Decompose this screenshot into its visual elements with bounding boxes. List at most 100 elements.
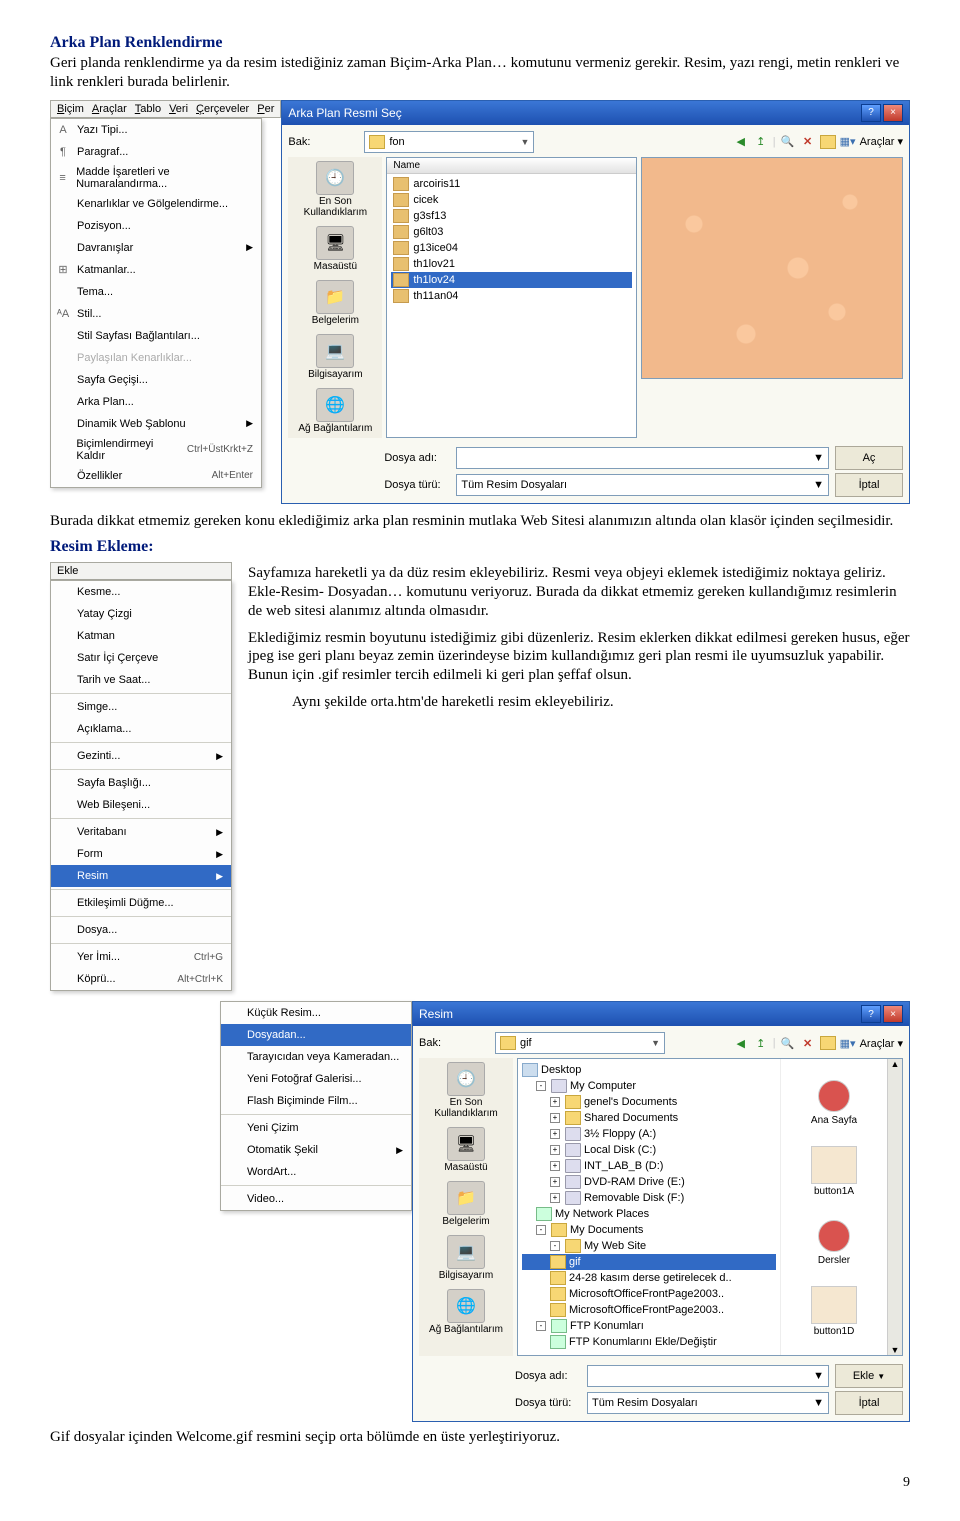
tree-node[interactable]: -My Web Site bbox=[522, 1238, 776, 1254]
ekle-button[interactable]: Ekle▼ bbox=[835, 1364, 903, 1388]
places-item[interactable]: 🌐Ağ Bağlantılarım bbox=[421, 1289, 511, 1335]
back-icon[interactable]: ◀ bbox=[733, 1035, 749, 1051]
tree-node[interactable]: +genel's Documents bbox=[522, 1094, 776, 1110]
dosya-adi-input[interactable]: ▼ bbox=[587, 1365, 829, 1387]
tree-node[interactable]: FTP Konumlarını Ekle/Değiştir bbox=[522, 1334, 776, 1350]
menu-item[interactable]: Sayfa Başlığı... bbox=[51, 772, 231, 794]
search-icon[interactable]: 🔍 bbox=[780, 1035, 796, 1051]
tree-node[interactable]: Desktop bbox=[522, 1062, 776, 1078]
tree-node[interactable]: +DVD-RAM Drive (E:) bbox=[522, 1174, 776, 1190]
menu-item[interactable]: Stil Sayfası Bağlantıları... bbox=[51, 325, 261, 347]
thumbnail[interactable]: button1D bbox=[811, 1286, 857, 1337]
places-item[interactable]: 🕘En Son Kullandıklarım bbox=[290, 161, 380, 218]
tree-node[interactable]: MicrosoftOfficeFrontPage2003.. bbox=[522, 1302, 776, 1318]
file-item[interactable]: th1lov21 bbox=[391, 256, 632, 272]
menu-item[interactable]: ᴬAStil... bbox=[51, 303, 261, 325]
tree-node[interactable]: +Removable Disk (F:) bbox=[522, 1190, 776, 1206]
menu-item[interactable]: Köprü...Alt+Ctrl+K bbox=[51, 968, 231, 990]
tools-menu[interactable]: Araçlar ▾ bbox=[860, 1037, 903, 1050]
menu-item[interactable]: Tema... bbox=[51, 281, 261, 303]
menu-item[interactable]: ⊞Katmanlar... bbox=[51, 259, 261, 281]
file-item[interactable]: th11an04 bbox=[391, 288, 632, 304]
new-folder-icon[interactable] bbox=[820, 135, 836, 149]
help-button[interactable]: ? bbox=[861, 1005, 881, 1023]
tree-node[interactable]: -My Computer bbox=[522, 1078, 776, 1094]
menu-item[interactable]: Simge... bbox=[51, 696, 231, 718]
places-item[interactable]: 📁Belgelerim bbox=[290, 280, 380, 326]
up-icon[interactable]: ↥ bbox=[753, 134, 769, 150]
folder-combo[interactable]: gif ▼ bbox=[495, 1032, 665, 1054]
tree-node[interactable]: -FTP Konumları bbox=[522, 1318, 776, 1334]
folder-combo[interactable]: fon ▼ bbox=[364, 131, 534, 153]
ac-button[interactable]: Aç bbox=[835, 446, 903, 470]
views-icon[interactable]: ▦▾ bbox=[840, 1035, 856, 1051]
tree-node[interactable]: gif bbox=[522, 1254, 776, 1270]
menu-item[interactable]: ¶Paragraf... bbox=[51, 141, 261, 163]
file-list-pane[interactable]: Name arcoiris11cicekg3sf13g6lt03g13ice04… bbox=[386, 157, 637, 438]
menubar-item[interactable]: Veri bbox=[169, 103, 188, 115]
menu-item[interactable]: Davranışlar▶ bbox=[51, 237, 261, 259]
tree-node[interactable]: -My Documents bbox=[522, 1222, 776, 1238]
close-button[interactable]: × bbox=[883, 104, 903, 122]
help-button[interactable]: ? bbox=[861, 104, 881, 122]
dosya-turu-combo[interactable]: Tüm Resim Dosyaları ▼ bbox=[456, 474, 829, 496]
menu-item[interactable]: Kesme... bbox=[51, 581, 231, 603]
new-folder-icon[interactable] bbox=[820, 1036, 836, 1050]
menu-item[interactable]: Veritabanı▶ bbox=[51, 821, 231, 843]
menubar[interactable]: BiçimAraçlarTabloVeriÇerçevelerPer bbox=[50, 100, 281, 118]
places-item[interactable]: 🖥Masaüstü bbox=[290, 226, 380, 272]
file-item[interactable]: g6lt03 bbox=[391, 224, 632, 240]
views-icon[interactable]: ▦▾ bbox=[840, 134, 856, 150]
bicim-dropdown[interactable]: AYazı Tipi...¶Paragraf...≡Madde İşaretle… bbox=[50, 118, 262, 488]
iptal-button[interactable]: İptal bbox=[835, 473, 903, 497]
ekle-menubar[interactable]: Ekle bbox=[50, 562, 232, 580]
menu-item[interactable]: Küçük Resim... bbox=[221, 1002, 411, 1024]
tree-node[interactable]: My Network Places bbox=[522, 1206, 776, 1222]
menu-item[interactable]: Sayfa Geçişi... bbox=[51, 369, 261, 391]
file-item[interactable]: th1lov24 bbox=[391, 272, 632, 288]
thumbnail[interactable]: button1A bbox=[811, 1146, 857, 1197]
menu-item[interactable]: Dosyadan... bbox=[221, 1024, 411, 1046]
menu-item[interactable]: ÖzelliklerAlt+Enter bbox=[51, 465, 261, 487]
menubar-item[interactable]: Per bbox=[257, 103, 274, 115]
back-icon[interactable]: ◀ bbox=[733, 134, 749, 150]
menu-item[interactable]: Yeni Fotoğraf Galerisi... bbox=[221, 1068, 411, 1090]
ekle-menu-label[interactable]: Ekle bbox=[57, 565, 78, 577]
tools-menu[interactable]: Araçlar ▾ bbox=[860, 135, 903, 148]
dosya-turu-combo[interactable]: Tüm Resim Dosyaları ▼ bbox=[587, 1392, 829, 1414]
menu-item[interactable]: Web Bileşeni... bbox=[51, 794, 231, 816]
menu-item[interactable]: Kenarlıklar ve Gölgelendirme... bbox=[51, 193, 261, 215]
thumbnail[interactable]: Dersler bbox=[818, 1217, 850, 1266]
menu-item[interactable]: Katman bbox=[51, 625, 231, 647]
ekle-dropdown[interactable]: Kesme...Yatay ÇizgiKatmanSatır İçi Çerçe… bbox=[50, 580, 232, 991]
places-item[interactable]: 🕘En Son Kullandıklarım bbox=[421, 1062, 511, 1119]
menu-item[interactable]: AYazı Tipi... bbox=[51, 119, 261, 141]
up-icon[interactable]: ↥ bbox=[753, 1035, 769, 1051]
menu-item[interactable]: Tarayıcıdan veya Kameradan... bbox=[221, 1046, 411, 1068]
close-button[interactable]: × bbox=[883, 1005, 903, 1023]
menubar-item[interactable]: Çerçeveler bbox=[196, 103, 249, 115]
tree-node[interactable]: +Shared Documents bbox=[522, 1110, 776, 1126]
tree-node[interactable]: +3½ Floppy (A:) bbox=[522, 1126, 776, 1142]
menu-item[interactable]: Dinamik Web Şablonu▶ bbox=[51, 413, 261, 435]
places-item[interactable]: 💻Bilgisayarım bbox=[421, 1235, 511, 1281]
file-item[interactable]: arcoiris11 bbox=[391, 176, 632, 192]
folder-tree-pane[interactable]: Desktop-My Computer+genel's Documents+Sh… bbox=[517, 1058, 903, 1356]
places-item[interactable]: 🖥Masaüstü bbox=[421, 1127, 511, 1173]
dosya-adi-input[interactable]: ▼ bbox=[456, 447, 829, 469]
scrollbar[interactable]: ▲▼ bbox=[887, 1059, 902, 1355]
thumbnail[interactable]: Ana Sayfa bbox=[811, 1077, 857, 1126]
menubar-item[interactable]: Araçlar bbox=[92, 103, 127, 115]
delete-icon[interactable]: ✕ bbox=[800, 134, 816, 150]
tree-node[interactable]: +Local Disk (C:) bbox=[522, 1142, 776, 1158]
menu-item[interactable]: Otomatik Şekil▶ bbox=[221, 1139, 411, 1161]
menubar-item[interactable]: Tablo bbox=[135, 103, 161, 115]
file-item[interactable]: cicek bbox=[391, 192, 632, 208]
menu-item[interactable]: Form▶ bbox=[51, 843, 231, 865]
delete-icon[interactable]: ✕ bbox=[800, 1035, 816, 1051]
places-item[interactable]: 💻Bilgisayarım bbox=[290, 334, 380, 380]
menu-item[interactable]: Dosya... bbox=[51, 919, 231, 941]
places-item[interactable]: 🌐Ağ Bağlantılarım bbox=[290, 388, 380, 434]
menu-item[interactable]: Açıklama... bbox=[51, 718, 231, 740]
menu-item[interactable]: Arka Plan... bbox=[51, 391, 261, 413]
